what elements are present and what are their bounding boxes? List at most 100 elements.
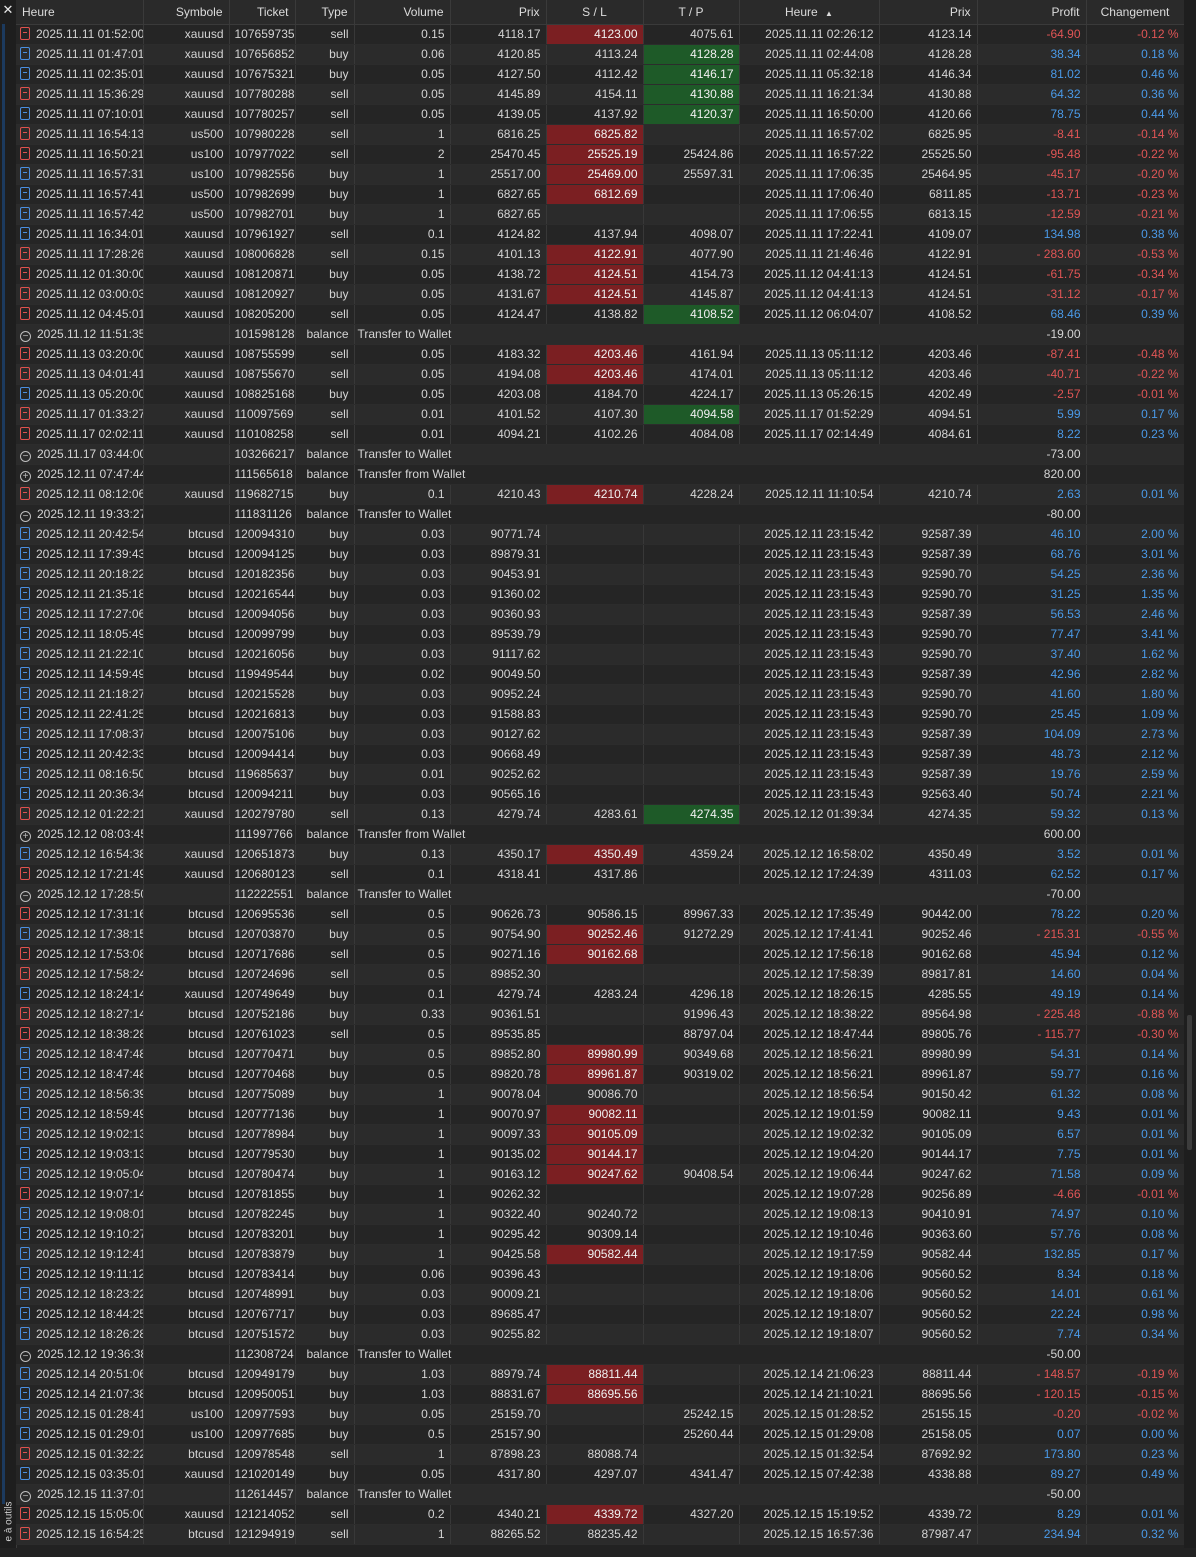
table-row[interactable]: 2025.11.13 03:20:00 xauusd 108755599 sell 0.… [16, 344, 1185, 365]
table-row[interactable]: 2025.12.12 19:03:13 btcusd 120779530 buy 1 90… [16, 1144, 1185, 1165]
take-profit-cell: 4146.17 [643, 64, 740, 85]
table-row[interactable]: 2025.12.12 17:21:49 xauusd 120680123 sell 0.… [16, 864, 1185, 885]
change-cell: 3.01 % [1086, 544, 1185, 565]
table-row[interactable]: 2025.11.11 16:57:42 us500 107982701 buy 1 682… [16, 204, 1185, 225]
table-row[interactable]: 2025.12.12 17:38:15 btcusd 120703870 buy 0.5… [16, 924, 1185, 945]
close-icon[interactable]: ✕ [2, 3, 14, 16]
table-row[interactable]: 2025.12.12 18:24:14 xauusd 120749649 buy 0.1… [16, 984, 1185, 1005]
change-cell [1086, 824, 1185, 845]
balance-row[interactable]: −2025.11.17 03:44:00 103266217 balance Tran… [16, 444, 1185, 465]
table-row[interactable]: 2025.12.12 19:02:13 btcusd 120778984 buy 1 90… [16, 1124, 1185, 1145]
table-row[interactable]: 2025.11.11 17:28:26 xauusd 108006828 sell 0.… [16, 244, 1185, 265]
table-row[interactable]: 2025.12.11 21:22:10 btcusd 120216056 buy 0.0… [16, 644, 1185, 665]
table-row[interactable]: 2025.12.11 20:42:54 btcusd 120094310 buy 0.0… [16, 524, 1185, 545]
table-row[interactable]: 2025.12.12 18:47:48 btcusd 120770471 buy 0.5… [16, 1044, 1185, 1065]
column-header-change[interactable]: Changement [1086, 0, 1185, 25]
table-row[interactable]: 2025.12.15 01:28:41 us100 120977593 buy 0.05… [16, 1404, 1185, 1425]
table-row[interactable]: 2025.12.12 19:11:12 btcusd 120783414 buy 0.0… [16, 1264, 1185, 1285]
table-row[interactable]: 2025.11.11 01:47:01 xauusd 107656852 buy 0.0… [16, 44, 1185, 65]
table-row[interactable]: 2025.12.12 19:08:01 btcusd 120782245 buy 1 90… [16, 1204, 1185, 1225]
table-row[interactable]: 2025.11.17 02:02:11 xauusd 110108258 sell 0.… [16, 424, 1185, 445]
table-row[interactable]: 2025.12.15 01:32:22 btcusd 120978548 sell 1 8… [16, 1444, 1185, 1465]
table-row[interactable]: 2025.12.15 03:35:01 xauusd 121020149 buy 0.0… [16, 1464, 1185, 1485]
table-row[interactable]: 2025.12.14 20:51:06 btcusd 120949179 buy 1.0… [16, 1364, 1185, 1385]
balance-row[interactable]: +2025.12.11 07:47:44 111565618 balance Tran… [16, 464, 1185, 485]
balance-row[interactable]: −2025.12.12 19:36:38 112308724 balance Tran… [16, 1344, 1185, 1365]
column-header-take-profit[interactable]: T / P [643, 0, 740, 25]
table-row[interactable]: 2025.11.11 16:57:31 us100 107982556 buy 1 255… [16, 164, 1185, 185]
table-row[interactable]: 2025.12.12 19:10:27 btcusd 120783201 buy 1 90… [16, 1224, 1185, 1245]
column-header-type[interactable]: Type [295, 0, 355, 25]
table-row[interactable]: 2025.12.12 16:54:38 xauusd 120651873 buy 0.1… [16, 844, 1185, 865]
vertical-scrollbar[interactable] [1184, 0, 1196, 1548]
balance-row[interactable]: −2025.12.11 19:33:27 111831126 balance Tran… [16, 504, 1185, 525]
column-header-open-time[interactable]: Heure [16, 0, 144, 25]
table-row[interactable]: 2025.12.14 21:07:38 btcusd 120950051 buy 1.0… [16, 1384, 1185, 1405]
table-row[interactable]: 2025.12.11 20:36:34 btcusd 120094211 buy 0.0… [16, 784, 1185, 805]
table-row[interactable]: 2025.11.11 16:50:21 us100 107977022 sell 2 25… [16, 144, 1185, 165]
table-row[interactable]: 2025.12.12 17:31:16 btcusd 120695536 sell 0.… [16, 904, 1185, 925]
table-row[interactable]: 2025.12.12 18:23:22 btcusd 120748991 buy 0.0… [16, 1284, 1185, 1305]
table-row[interactable]: 2025.11.11 16:34:01 xauusd 107961927 sell 0.… [16, 224, 1185, 245]
table-row[interactable]: 2025.12.11 17:27:06 btcusd 120094056 buy 0.0… [16, 604, 1185, 625]
table-row[interactable]: 2025.12.12 19:12:41 btcusd 120783879 buy 1 90… [16, 1244, 1185, 1265]
table-row[interactable]: 2025.12.11 21:35:18 btcusd 120216544 buy 0.0… [16, 584, 1185, 605]
scrollbar-thumb[interactable] [1187, 1015, 1192, 1150]
column-header-open-price[interactable]: Prix [450, 0, 547, 25]
column-header-stop-loss[interactable]: S / L [546, 0, 644, 25]
table-row[interactable]: 2025.12.15 01:29:01 us100 120977685 buy 0.5 2… [16, 1424, 1185, 1445]
profit-cell: 54.25 [977, 564, 1087, 585]
table-row[interactable]: 2025.11.11 07:10:01 xauusd 107780257 sell 0.… [16, 104, 1185, 125]
table-row[interactable]: 2025.12.11 20:18:22 btcusd 120182356 buy 0.0… [16, 564, 1185, 585]
column-header-close-time[interactable]: Heure ▲ [739, 0, 880, 25]
table-row[interactable]: 2025.12.11 08:12:06 xauusd 119682715 buy 0.1… [16, 484, 1185, 505]
table-row[interactable]: 2025.12.12 18:27:14 btcusd 120752186 buy 0.3… [16, 1004, 1185, 1025]
column-header-profit[interactable]: Profit [977, 0, 1087, 25]
column-header-symbol[interactable]: Symbole [143, 0, 230, 25]
table-row[interactable]: 2025.12.12 18:26:28 btcusd 120751572 buy 0.0… [16, 1324, 1185, 1345]
table-row[interactable]: 2025.11.12 04:45:01 xauusd 108205200 sell 0.… [16, 304, 1185, 325]
table-row[interactable]: 2025.12.15 16:54:25 btcusd 121294919 sell 1 8… [16, 1524, 1185, 1545]
table-row[interactable]: 2025.12.12 17:58:24 btcusd 120724696 sell 0.… [16, 964, 1185, 985]
table-row[interactable]: 2025.12.12 18:44:25 btcusd 120767717 buy 0.0… [16, 1304, 1185, 1325]
balance-row[interactable]: −2025.11.12 11:51:35 101598128 balance Tran… [16, 324, 1185, 345]
table-row[interactable]: 2025.11.11 01:52:00 xauusd 107659735 sell 0.… [16, 24, 1185, 45]
table-row[interactable]: 2025.12.11 14:59:49 btcusd 119949544 buy 0.0… [16, 664, 1185, 685]
column-header-volume[interactable]: Volume [354, 0, 451, 25]
table-row[interactable]: 2025.12.12 01:22:21 xauusd 120279780 sell 0.… [16, 804, 1185, 825]
table-row[interactable]: 2025.12.11 20:42:33 btcusd 120094414 buy 0.0… [16, 744, 1185, 765]
column-header-close-price[interactable]: Prix [879, 0, 978, 25]
table-row[interactable]: 2025.12.12 18:56:39 btcusd 120775089 buy 1 90… [16, 1084, 1185, 1105]
table-row[interactable]: 2025.12.12 18:38:28 btcusd 120761023 sell 0.… [16, 1024, 1185, 1045]
table-row[interactable]: 2025.11.11 02:35:01 xauusd 107675321 buy 0.0… [16, 64, 1185, 85]
open-time: 2025.11.11 07:10:01 [36, 107, 143, 121]
table-row[interactable]: 2025.11.17 01:33:27 xauusd 110097569 sell 0.… [16, 404, 1185, 425]
balance-row[interactable]: −2025.12.12 17:28:50 112222551 balance Tran… [16, 884, 1185, 905]
table-row[interactable]: 2025.11.11 15:36:29 xauusd 107780288 sell 0.… [16, 84, 1185, 105]
table-row[interactable]: 2025.12.11 08:16:50 btcusd 119685637 buy 0.0… [16, 764, 1185, 785]
table-row[interactable]: 2025.12.15 15:05:00 xauusd 121214052 sell 0.… [16, 1504, 1185, 1525]
table-row[interactable]: 2025.12.12 19:07:14 btcusd 120781855 buy 1 90… [16, 1184, 1185, 1205]
table-row[interactable]: 2025.12.11 17:08:37 btcusd 120075106 buy 0.0… [16, 724, 1185, 745]
table-row[interactable]: 2025.11.12 03:00:03 xauusd 108120927 buy 0.0… [16, 284, 1185, 305]
table-row[interactable]: 2025.11.11 16:54:13 us500 107980228 sell 1 68… [16, 124, 1185, 145]
table-row[interactable]: 2025.12.11 22:41:25 btcusd 120216813 buy 0.0… [16, 704, 1185, 725]
table-row[interactable]: 2025.12.11 21:18:27 btcusd 120215528 buy 0.0… [16, 684, 1185, 705]
table-row[interactable]: 2025.12.11 18:05:49 btcusd 120099799 buy 0.0… [16, 624, 1185, 645]
table-row[interactable]: 2025.12.11 17:39:43 btcusd 120094125 buy 0.0… [16, 544, 1185, 565]
table-row[interactable]: 2025.11.12 01:30:00 xauusd 108120871 buy 0.0… [16, 264, 1185, 285]
table-row[interactable]: 2025.12.12 17:53:08 btcusd 120717686 sell 0.… [16, 944, 1185, 965]
table-row[interactable]: 2025.12.12 19:05:04 btcusd 120780474 buy 1 90… [16, 1164, 1185, 1185]
balance-row[interactable]: −2025.12.15 11:37:01 112614457 balance Tran… [16, 1484, 1185, 1505]
table-row[interactable]: 2025.11.13 05:20:00 xauusd 108825168 buy 0.0… [16, 384, 1185, 405]
close-price-cell: 90144.17 [879, 1144, 978, 1165]
stop-loss-cell [546, 1324, 644, 1345]
table-row[interactable]: 2025.12.12 18:47:48 btcusd 120770468 buy 0.5… [16, 1064, 1185, 1085]
table-row[interactable]: 2025.11.11 16:57:41 us500 107982699 buy 1 682… [16, 184, 1185, 205]
close-price-cell: 92590.70 [879, 704, 978, 725]
column-header-ticket[interactable]: Ticket [229, 0, 296, 25]
balance-row[interactable]: +2025.12.12 08:03:45 111997766 balance Tran… [16, 824, 1185, 845]
table-row[interactable]: 2025.11.13 04:01:41 xauusd 108755670 sell 0.… [16, 364, 1185, 385]
toolbox-tab-label[interactable]: e à outils [4, 1487, 15, 1557]
table-row[interactable]: 2025.12.12 18:59:49 btcusd 120777136 buy 1 90… [16, 1104, 1185, 1125]
